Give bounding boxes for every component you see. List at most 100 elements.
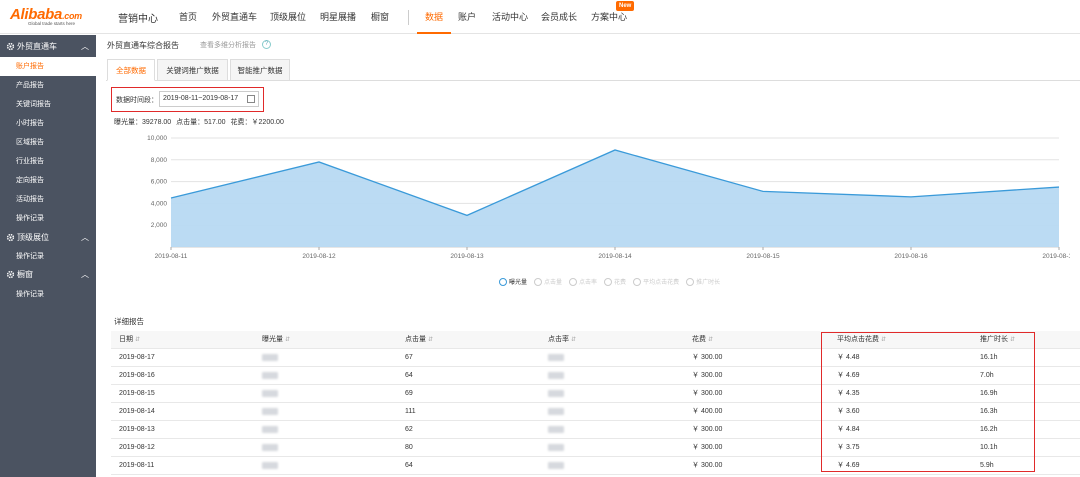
legend-label: 点击率 (579, 280, 598, 286)
sidebar-group-label: 顶级展位 (17, 233, 49, 242)
nav-home[interactable]: 首页 (179, 0, 197, 34)
sidebar-item-keyword-report[interactable]: 关键词报告 (0, 95, 96, 114)
nav-p4p[interactable]: 外贸直通车 (212, 0, 257, 34)
legend-toggle-icon (534, 278, 543, 287)
sidebar-item-operation-log[interactable]: 操作记录 (0, 209, 96, 228)
redacted-value (262, 389, 278, 397)
col-impressions[interactable]: 曝光量 ⇵ (262, 331, 290, 349)
redacted-value (548, 461, 564, 469)
legend-label: 推广时长 (696, 280, 721, 286)
chevron-up-icon[interactable]: ︿ (81, 38, 89, 56)
cell-clicks: 64 (405, 372, 413, 379)
sidebar-item-product-report[interactable]: 产品报告 (0, 76, 96, 95)
x-tick-label: 2019-08-16 (894, 253, 928, 260)
cell-date: 2019-08-17 (119, 354, 155, 361)
legend-label: 点击量 (544, 280, 563, 286)
cell-date: 2019-08-15 (119, 390, 155, 397)
x-tick-label: 2019-08-17 (1042, 253, 1070, 260)
nav-data[interactable]: 数据 (416, 0, 452, 34)
sidebar-group-p4p[interactable]: 外贸直通车 ︿ (0, 38, 96, 56)
legend-label: 曝光量 (509, 280, 528, 286)
top-header: Alibaba.com Global trade starts here 营销中… (0, 0, 1080, 34)
sidebar-item-targeting-report[interactable]: 定向报告 (0, 171, 96, 190)
col-ctr[interactable]: 点击率 ⇵ (548, 331, 576, 349)
legend-toggle-icon (499, 278, 507, 287)
chevron-up-icon[interactable]: ︿ (81, 266, 89, 284)
cell-ctr (548, 439, 564, 457)
chart-legend: 曝光量 点击量 点击率 花费 平均点击花费 推广时长 (499, 277, 727, 287)
tab-smart-data[interactable]: 智能推广数据 (230, 59, 290, 81)
sidebar-item-account-report[interactable]: 账户报告 (0, 57, 96, 76)
sidebar-item-operation-log[interactable]: 操作记录 (0, 285, 96, 304)
y-tick-label: 2,000 (151, 222, 168, 229)
nav-activity-center[interactable]: 活动中心 (492, 0, 528, 34)
cell-spend: ￥ 300.00 (692, 354, 723, 361)
nav-window[interactable]: 橱窗 (371, 0, 389, 34)
cell-spend: ￥ 300.00 (692, 372, 723, 379)
sidebar-group-top-booth[interactable]: 顶级展位 ︿ (0, 229, 96, 247)
sidebar-item-campaign-report[interactable]: 活动报告 (0, 190, 96, 209)
nav-account[interactable]: 账户 (458, 0, 476, 34)
sidebar-item-operation-log[interactable]: 操作记录 (0, 247, 96, 266)
cell-clicks: 111 (405, 408, 416, 415)
legend-item[interactable]: 平均点击花费 (633, 277, 679, 287)
cell-date: 2019-08-12 (119, 444, 155, 451)
col-date[interactable]: 日期 ⇵ (119, 331, 140, 349)
summary-impressions: 曝光量：39278.00 (114, 119, 172, 126)
cell-spend: ￥ 300.00 (692, 426, 723, 433)
calendar-icon[interactable] (247, 95, 255, 103)
legend-toggle-icon (569, 278, 578, 287)
cell-spend: ￥ 300.00 (692, 390, 723, 397)
cell-date: 2019-08-13 (119, 426, 155, 433)
legend-item[interactable]: 推广时长 (686, 277, 721, 287)
series-area (171, 149, 1059, 247)
help-icon[interactable]: ? (262, 40, 271, 49)
redacted-value (262, 425, 278, 433)
cell-clicks: 80 (405, 444, 413, 451)
redacted-value (548, 443, 564, 451)
legend-toggle-icon (686, 278, 695, 287)
multi-dim-report-link[interactable]: 查看多维分析报告 (200, 40, 256, 50)
redacted-value (262, 407, 278, 415)
date-range-label: 数据时间段： (116, 97, 158, 104)
cell-ctr (548, 349, 564, 367)
gear-icon (6, 42, 15, 51)
nav-member-growth[interactable]: 会员成长 (541, 0, 577, 34)
tab-all-data[interactable]: 全部数据 (107, 59, 155, 81)
legend-item[interactable]: 花费 (604, 277, 626, 287)
sidebar-group-label: 外贸直通车 (17, 42, 57, 51)
cell-spend: ￥ 400.00 (692, 408, 723, 415)
sidebar-item-hourly-report[interactable]: 小时报告 (0, 114, 96, 133)
sidebar-group-window[interactable]: 橱窗 ︿ (0, 266, 96, 284)
legend-item[interactable]: 点击量 (534, 277, 563, 287)
chevron-up-icon[interactable]: ︿ (81, 229, 89, 247)
cell-clicks: 69 (405, 390, 413, 397)
cell-ctr (548, 421, 564, 439)
nav-star-showcase[interactable]: 明星展播 (320, 0, 356, 34)
x-tick-label: 2019-08-12 (302, 253, 336, 260)
cell-impressions (262, 349, 278, 367)
cell-spend: ￥ 300.00 (692, 444, 723, 451)
cell-impressions (262, 421, 278, 439)
cell-spend: ￥ 300.00 (692, 462, 723, 469)
redacted-value (262, 353, 278, 361)
impressions-area-chart: 2,000 4,000 6,000 8,000 10,000 2019-08-11 2019… (147, 135, 1070, 260)
tab-keyword-data[interactable]: 关键词推广数据 (157, 59, 228, 81)
alibaba-logo[interactable]: Alibaba.com Global trade starts here (10, 6, 106, 28)
sidebar-item-region-report[interactable]: 区域报告 (0, 133, 96, 152)
cell-date: 2019-08-16 (119, 372, 155, 379)
cell-impressions (262, 457, 278, 475)
legend-item[interactable]: 曝光量 (499, 277, 528, 287)
y-tick-label: 8,000 (151, 157, 168, 164)
legend-toggle-icon (633, 278, 642, 287)
sidebar-item-industry-report[interactable]: 行业报告 (0, 152, 96, 171)
legend-item[interactable]: 点击率 (569, 277, 598, 287)
cell-date: 2019-08-14 (119, 408, 155, 415)
cell-impressions (262, 367, 278, 385)
x-tick-label: 2019-08-15 (746, 253, 780, 260)
date-range-input[interactable]: 2019-08-11~2019-08-17 (159, 91, 259, 107)
col-clicks[interactable]: 点击量 ⇵ (405, 331, 433, 349)
col-spend[interactable]: 花费 ⇵ (692, 331, 713, 349)
detail-report-title: 详细报告 (114, 317, 144, 326)
nav-top-booth[interactable]: 顶级展位 (270, 0, 306, 34)
